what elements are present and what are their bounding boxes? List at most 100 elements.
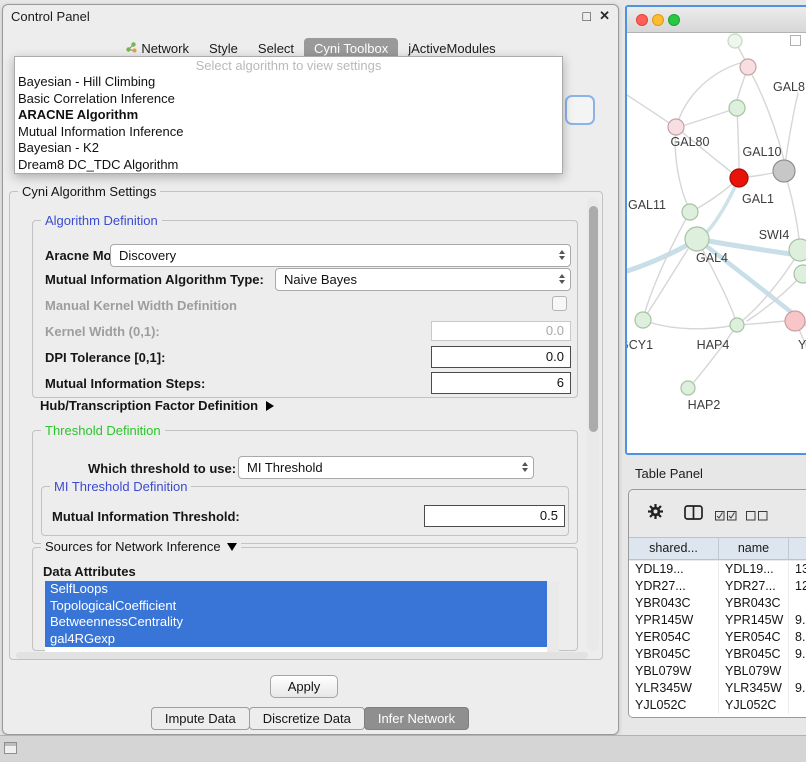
table-cell: YPR145W (629, 612, 719, 629)
tab-label: jActiveModules (408, 41, 495, 56)
manual-kernel-checkbox[interactable] (552, 296, 567, 311)
algorithm-option[interactable]: Dream8 DC_TDC Algorithm (15, 157, 562, 174)
network-node[interactable] (681, 381, 695, 395)
zoom-traffic-light-icon[interactable] (668, 14, 680, 26)
tab-impute-data[interactable]: Impute Data (151, 707, 250, 730)
scrollbar-thumb[interactable] (589, 206, 598, 432)
columns-icon[interactable] (684, 505, 703, 525)
deselect-all-checkboxes-icon[interactable] (746, 508, 768, 526)
algorithm-option[interactable]: Mutual Information Inference (15, 124, 562, 141)
dpi-tolerance-field[interactable]: 0.0 (431, 346, 571, 368)
network-node[interactable] (794, 265, 806, 283)
network-edge[interactable] (784, 93, 798, 171)
network-node[interactable] (740, 59, 756, 75)
node-label: GAL8 (773, 80, 805, 94)
which-threshold-combobox[interactable]: MI Threshold (238, 456, 534, 479)
sources-expander[interactable]: Sources for Network Inference (41, 539, 241, 554)
algorithm-popup-list: Bayesian - Hill ClimbingBasic Correlatio… (15, 74, 562, 173)
table-cell: 12 (789, 578, 806, 595)
table-row[interactable]: YBR045CYBR045C9. (629, 646, 806, 663)
table-row[interactable]: YER054CYER054C8. (629, 629, 806, 646)
network-node[interactable] (785, 311, 805, 331)
data-attributes-listbox[interactable]: SelfLoopsTopologicalCoefficientBetweenne… (45, 581, 559, 652)
table-cell: YJL052C (719, 697, 789, 714)
network-canvas[interactable]: GAL8GAL80GAL10GAL11GAL1SWI4GAL4GCY1HAP4H… (627, 33, 806, 453)
network-scrollbar-button[interactable] (790, 35, 801, 46)
tab-discretize-data[interactable]: Discretize Data (249, 707, 365, 730)
network-edge[interactable] (737, 108, 739, 169)
network-tab-icon (125, 41, 137, 56)
mi-type-label: Mutual Information Algorithm Type: (45, 272, 264, 287)
table-cell: 13 (789, 561, 806, 578)
network-node[interactable] (730, 169, 748, 187)
network-node[interactable] (773, 160, 795, 182)
combobox-value: MI Threshold (247, 460, 323, 475)
network-edge[interactable] (676, 127, 731, 172)
data-attribute-item[interactable]: SelfLoops (45, 581, 547, 598)
algorithm-option[interactable]: ARACNE Algorithm (15, 107, 562, 124)
mi-threshold-field[interactable]: 0.5 (424, 505, 565, 527)
node-label: GAL10 (743, 145, 782, 159)
cyni-algorithm-settings-group: Cyni Algorithm Settings Algorithm Defini… (9, 191, 603, 660)
table-row[interactable]: YLR345WYLR345W9. (629, 680, 806, 697)
data-attribute-item[interactable]: TopologicalCoefficient (45, 598, 547, 615)
network-node[interactable] (728, 34, 742, 48)
table-row[interactable]: YDL19...YDL19...13 (629, 561, 806, 578)
mi-steps-field[interactable]: 6 (431, 372, 571, 394)
network-edge[interactable] (627, 95, 669, 123)
horizontal-scrollbar[interactable] (16, 652, 588, 659)
mi-type-combobox[interactable]: Naive Bayes (275, 268, 571, 291)
dpi-tolerance-label: DPI Tolerance [0,1]: (45, 350, 165, 365)
table-cell: YER054C (719, 629, 789, 646)
column-header-name[interactable]: name (719, 538, 789, 559)
column-header-shared-name[interactable]: shared... (629, 538, 719, 559)
table-cell: 9. (789, 680, 806, 697)
network-edge[interactable] (627, 244, 689, 271)
network-node[interactable] (668, 119, 684, 135)
network-node[interactable] (682, 204, 698, 220)
select-all-checkboxes-icon[interactable] (715, 508, 737, 526)
aracne-mode-combobox[interactable]: Discovery (110, 244, 571, 267)
network-node[interactable] (685, 227, 709, 251)
gear-icon[interactable] (647, 503, 664, 525)
settings-scrollbar[interactable] (587, 198, 599, 651)
kernel-width-field[interactable]: 0.0 (431, 321, 571, 341)
column-header-extra[interactable] (789, 538, 806, 559)
network-edge[interactable] (694, 325, 737, 382)
close-icon[interactable]: ✕ (599, 8, 610, 24)
hub-definition-expander[interactable]: Hub/Transcription Factor Definition (40, 398, 274, 413)
table-cell: 9. (789, 612, 806, 629)
listbox-scrollbar[interactable] (547, 581, 559, 652)
node-label: GAL4 (696, 251, 728, 265)
table-row[interactable]: YPR145WYPR145W9. (629, 612, 806, 629)
table-cell: YBL079W (719, 663, 789, 680)
table-body: YDL19...YDL19...13YDR27...YDR27...12YBR0… (629, 561, 806, 717)
algorithm-combobox-fragment[interactable] (565, 95, 595, 125)
table-row[interactable]: YBR043CYBR043C (629, 595, 806, 612)
group-title: Threshold Definition (41, 423, 165, 438)
table-cell: 9. (789, 646, 806, 663)
panel-dock-icon[interactable] (4, 742, 17, 754)
apply-button[interactable]: Apply (270, 675, 338, 698)
node-label: HAP2 (688, 398, 721, 412)
minimize-traffic-light-icon[interactable] (652, 14, 664, 26)
network-edge[interactable] (643, 320, 730, 329)
network-node[interactable] (729, 100, 745, 116)
data-attributes-label: Data Attributes (43, 564, 136, 579)
table-cell: YER054C (629, 629, 719, 646)
data-attribute-item[interactable]: gal4RGexp (45, 631, 547, 648)
close-traffic-light-icon[interactable] (636, 14, 648, 26)
table-row[interactable]: YBL079WYBL079W (629, 663, 806, 680)
tab-infer-network[interactable]: Infer Network (364, 707, 469, 730)
network-node[interactable] (730, 318, 744, 332)
float-window-icon[interactable]: □ (583, 8, 591, 24)
network-node[interactable] (635, 312, 651, 328)
table-row[interactable]: YDR27...YDR27...12 (629, 578, 806, 595)
algorithm-option[interactable]: Bayesian - Hill Climbing (15, 74, 562, 91)
algorithm-option[interactable]: Basic Correlation Inference (15, 91, 562, 108)
table-row[interactable]: YJL052CYJL052C (629, 697, 806, 714)
network-node[interactable] (789, 239, 806, 261)
data-attribute-item[interactable]: BetweennessCentrality (45, 614, 547, 631)
algorithm-option[interactable]: Bayesian - K2 (15, 140, 562, 157)
node-label: SWI4 (759, 228, 790, 242)
